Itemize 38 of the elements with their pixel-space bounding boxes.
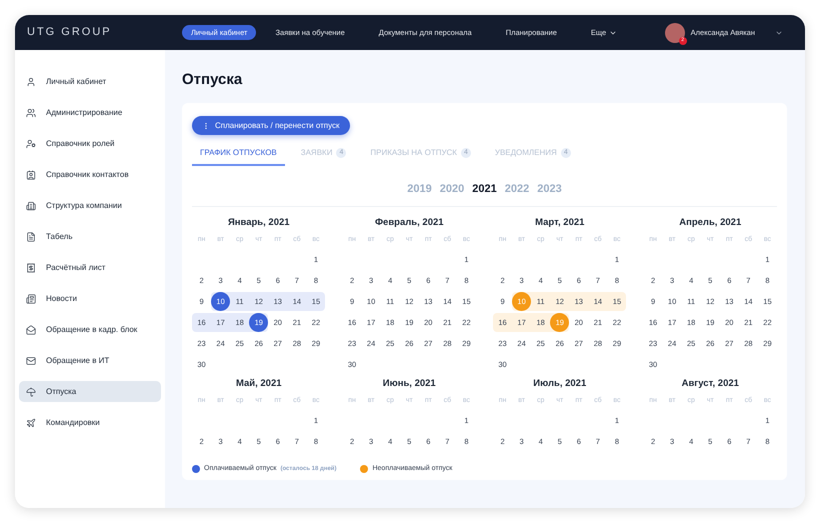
umbrella-icon [26, 386, 36, 396]
sidebar-item[interactable]: Структура компании [19, 195, 161, 216]
brand-logo[interactable]: UTG GROUP [27, 24, 182, 41]
users-icon [26, 108, 36, 118]
month-title: Июнь, 2021 [382, 376, 436, 391]
document-icon [26, 232, 36, 242]
tab[interactable]: ГРАФИК ОТПУСКОВ [192, 147, 285, 166]
sidebar-item[interactable]: Администрирование [19, 102, 161, 123]
newspaper-icon [26, 294, 36, 304]
sidebar-item[interactable]: Командировки [19, 412, 161, 433]
month-title: Август, 2021 [682, 376, 739, 391]
envelope-icon [26, 356, 36, 366]
year-option[interactable]: 2021 [472, 181, 497, 198]
sidebar-item[interactable]: Справочник контактов [19, 164, 161, 185]
user-gear-icon [26, 138, 36, 148]
sidebar-item[interactable]: Личный кабинет [19, 71, 161, 92]
month-title: Июль, 2021 [533, 376, 586, 391]
envelope-icon [26, 324, 36, 334]
user-icon [26, 76, 36, 86]
month-title: Май, 2021 [236, 376, 282, 391]
month-title: Март, 2021 [535, 216, 584, 230]
month-title: Апрель, 2021 [679, 216, 742, 230]
plane-icon [26, 418, 36, 428]
sidebar-item[interactable]: Обращение в ИТ [19, 350, 161, 371]
contact-card-icon [26, 170, 36, 180]
building-icon [26, 200, 36, 210]
sidebar-item[interactable]: Табель [19, 226, 161, 247]
page-title: Отпуска [182, 72, 244, 87]
avatar[interactable] [664, 22, 685, 42]
month-title: Январь, 2021 [228, 216, 290, 230]
sidebar-item[interactable]: Расчётный лист [19, 257, 161, 278]
sidebar-item[interactable]: Справочник ролей [19, 133, 161, 154]
month-title: Февраль, 2021 [374, 216, 444, 230]
sidebar-item[interactable]: Новости [19, 288, 161, 309]
plan-vacation-button[interactable]: Спланировать / перенести отпуск [192, 116, 350, 135]
sidebar-item[interactable]: Обращение в кадр. блок [19, 319, 161, 340]
receipt-icon [26, 262, 36, 272]
sidebar-item[interactable]: Отпуска [19, 381, 161, 402]
